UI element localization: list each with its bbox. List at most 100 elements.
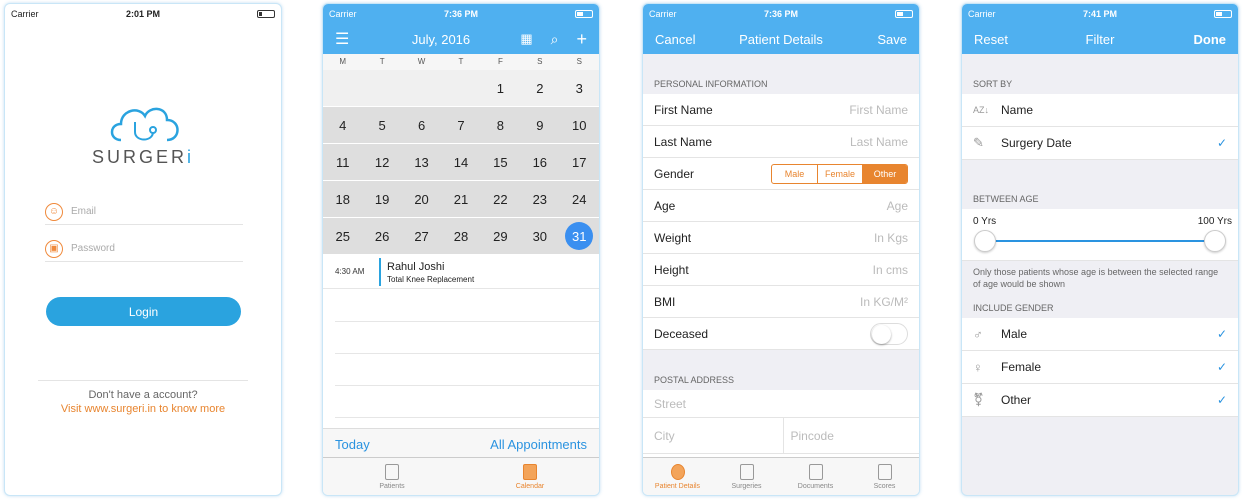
day-cell[interactable]: 17 — [560, 144, 599, 180]
day-cell[interactable]: 12 — [362, 144, 401, 180]
day-cell[interactable]: 25 — [323, 218, 362, 254]
day-cell[interactable]: 5 — [362, 107, 401, 143]
height-field[interactable]: Height In cms — [643, 254, 919, 286]
gender-female-option[interactable]: Female — [817, 164, 862, 183]
calendar-grid-icon[interactable]: ▦ — [520, 31, 532, 47]
first-name-field[interactable]: First Name First Name — [643, 94, 919, 126]
search-icon[interactable]: ⌕ — [551, 31, 559, 48]
day-cell[interactable]: 11 — [323, 144, 362, 180]
status-bar: Carrier 7:41 PM — [962, 4, 1238, 24]
deceased-toggle[interactable] — [870, 322, 908, 345]
sort-name-row[interactable]: AZ↓ Name — [962, 94, 1238, 127]
email-field[interactable]: ☺ Email — [45, 199, 243, 225]
day-cell[interactable]: 28 — [441, 218, 480, 254]
menu-icon[interactable]: ☰ — [335, 29, 349, 49]
day-cell[interactable]: 19 — [362, 181, 401, 217]
day-cell[interactable]: 6 — [402, 107, 441, 143]
city-pincode-row: City Pincode — [643, 418, 919, 454]
day-cell[interactable]: 7 — [441, 107, 480, 143]
weekday-label: S — [537, 57, 543, 66]
day-cell[interactable]: 9 — [520, 107, 559, 143]
weekday-label: M — [339, 57, 347, 66]
done-button[interactable]: Done — [1194, 32, 1227, 47]
day-cell[interactable]: 10 — [560, 107, 599, 143]
tab-calendar[interactable]: Calendar — [461, 458, 599, 495]
pincode-field[interactable]: Pincode — [784, 429, 920, 443]
age-min-handle[interactable] — [974, 230, 996, 252]
slider-track — [984, 240, 1214, 242]
day-cell[interactable]: 24 — [560, 181, 599, 217]
tab-documents[interactable]: Documents — [781, 458, 850, 495]
transgender-symbol-icon: ⚧ — [973, 392, 984, 407]
all-appointments-button[interactable]: All Appointments — [490, 437, 587, 452]
day-cell[interactable]: 16 — [520, 144, 559, 180]
battery-icon — [1214, 10, 1232, 18]
city-field[interactable]: City — [643, 418, 784, 453]
day-cell[interactable]: 13 — [402, 144, 441, 180]
weight-field[interactable]: Weight In Kgs — [643, 222, 919, 254]
week-row: 11 12 13 14 15 16 17 — [323, 144, 599, 181]
status-bar: Carrier 7:36 PM — [323, 4, 599, 24]
age-max-handle[interactable] — [1204, 230, 1226, 252]
add-icon[interactable]: + — [576, 29, 587, 50]
reset-button[interactable]: Reset — [974, 32, 1008, 47]
tab-patient-details[interactable]: Patient Details — [643, 458, 712, 495]
appointment-row[interactable]: 4:30 AM Rahul Joshi Total Knee Replaceme… — [323, 256, 599, 289]
empty-slot — [335, 385, 599, 386]
day-cell[interactable]: 18 — [323, 181, 362, 217]
gender-male-option[interactable]: Male — [772, 165, 817, 183]
gender-male-row[interactable]: ♂ Male ✓ — [962, 318, 1238, 351]
day-cell[interactable]: 29 — [481, 218, 520, 254]
appointment-patient: Rahul Joshi — [387, 261, 445, 273]
login-button[interactable]: Login — [46, 297, 241, 326]
tab-patients[interactable]: Patients — [323, 458, 461, 495]
age-field[interactable]: Age Age — [643, 190, 919, 222]
day-cell[interactable]: 26 — [362, 218, 401, 254]
day-cell[interactable]: 4 — [323, 107, 362, 143]
last-name-field[interactable]: Last Name Last Name — [643, 126, 919, 158]
day-cell[interactable]: 8 — [481, 107, 520, 143]
visit-link[interactable]: Visit www.surgeri.in to know more — [5, 403, 281, 415]
cancel-button[interactable]: Cancel — [655, 32, 695, 47]
day-cell[interactable]: 21 — [441, 181, 480, 217]
gender-female-row[interactable]: ♀ Female ✓ — [962, 351, 1238, 384]
today-button[interactable]: Today — [335, 437, 370, 452]
tab-scores[interactable]: Scores — [850, 458, 919, 495]
day-cell[interactable]: 27 — [402, 218, 441, 254]
include-gender-header: INCLUDE GENDER — [962, 290, 1238, 318]
day-cell[interactable]: 3 — [560, 70, 599, 106]
empty-slot — [335, 321, 599, 322]
check-icon: ✓ — [1216, 360, 1227, 374]
day-number: 21 — [453, 191, 469, 207]
day-cell[interactable]: 20 — [402, 181, 441, 217]
gender-segmented-control[interactable]: Male Female Other — [771, 163, 908, 184]
battery-icon — [257, 10, 275, 18]
day-number: 7 — [457, 117, 465, 133]
sort-date-row[interactable]: ✎ Surgery Date ✓ — [962, 127, 1238, 160]
day-cell[interactable]: 2 — [520, 70, 559, 106]
save-button[interactable]: Save — [877, 32, 907, 47]
password-field[interactable]: ▣ Password — [45, 236, 243, 262]
person-icon — [670, 463, 685, 480]
day-cell[interactable]: 23 — [520, 181, 559, 217]
gender-other-option[interactable]: Other — [862, 164, 907, 183]
female-symbol-icon: ♀ — [973, 359, 983, 375]
filter-navbar: Reset Filter Done — [962, 24, 1238, 54]
deceased-row: Deceased — [643, 318, 919, 350]
day-cell[interactable]: 22 — [481, 181, 520, 217]
day-cell[interactable]: 14 — [441, 144, 480, 180]
bmi-field[interactable]: BMI In KG/M² — [643, 286, 919, 318]
day-cell[interactable]: 31 — [560, 218, 599, 254]
weekday-label: T — [458, 57, 464, 66]
tab-surgeries[interactable]: Surgeries — [712, 458, 781, 495]
day-cell — [441, 70, 480, 106]
day-cell[interactable]: 30 — [520, 218, 559, 254]
between-age-header: BETWEEN AGE — [962, 160, 1238, 209]
appointment-time: 4:30 AM — [335, 267, 365, 276]
day-number: 5 — [378, 117, 386, 133]
age-min-label: 0 Yrs — [973, 216, 997, 227]
day-cell[interactable]: 15 — [481, 144, 520, 180]
day-cell[interactable]: 1 — [481, 70, 520, 106]
gender-other-row[interactable]: ⚧ Other ✓ — [962, 384, 1238, 417]
street-field[interactable]: Street — [643, 390, 919, 418]
